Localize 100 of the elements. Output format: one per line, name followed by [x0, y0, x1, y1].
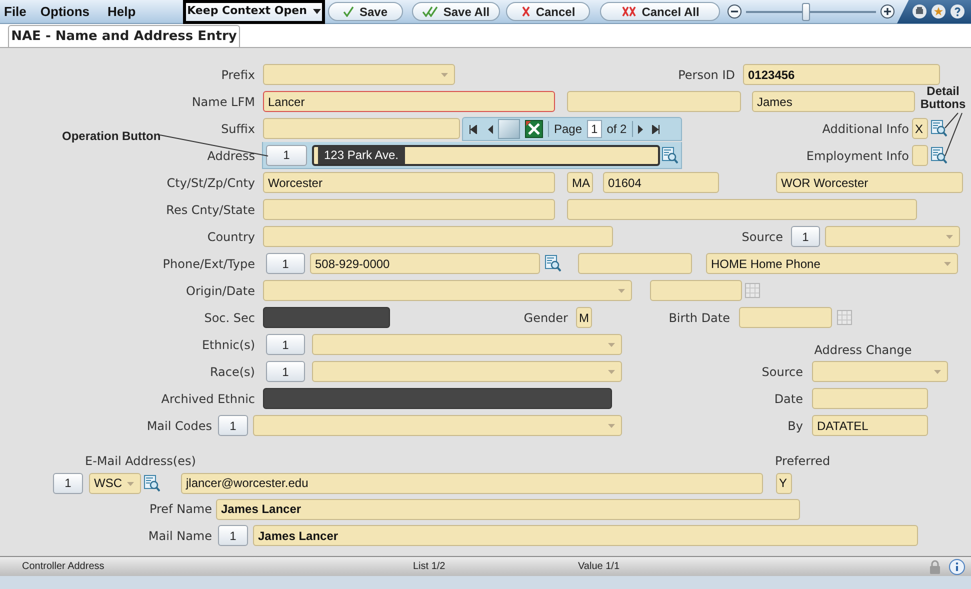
masked-field[interactable] [263, 388, 612, 409]
field-label: Suffix [220, 120, 256, 138]
text-field[interactable] [567, 199, 917, 220]
field-label: Mail Name [147, 528, 213, 544]
text-field[interactable]: 123 Park Ave. [312, 144, 660, 166]
caret-icon [944, 262, 951, 266]
help-icon[interactable] [950, 4, 965, 19]
dropdown-field[interactable] [253, 415, 622, 436]
zoom-out-icon[interactable] [727, 4, 742, 19]
field-label: Source [760, 364, 804, 380]
text-field[interactable] [912, 145, 928, 166]
text-field[interactable]: MA [567, 172, 593, 193]
calendar-icon[interactable] [745, 283, 760, 298]
dropdown-field[interactable] [263, 280, 632, 301]
text-field[interactable]: X [912, 118, 928, 139]
field-label: Gender [522, 310, 569, 326]
spreadsheet-icon[interactable] [525, 120, 543, 138]
dropdown-field[interactable] [812, 361, 948, 382]
caret-icon [608, 370, 615, 374]
toolbar-button[interactable]: Cancel [506, 2, 590, 21]
toolbar-button[interactable]: Save [328, 2, 403, 21]
toolbar-button[interactable]: Cancel All [600, 2, 720, 21]
toolbar-button[interactable]: Save All [412, 2, 500, 21]
text-field[interactable] [812, 388, 928, 409]
text-field[interactable]: James Lancer [216, 498, 800, 520]
zoom-slider-track[interactable] [746, 2, 876, 20]
dropdown-field[interactable] [312, 361, 622, 382]
printer-icon[interactable] [912, 4, 927, 19]
text-field[interactable]: 508-929-0000 [310, 253, 540, 274]
document-search-icon[interactable] [545, 255, 561, 272]
operation-button[interactable]: 1 [266, 253, 305, 274]
document-search-icon[interactable] [931, 147, 947, 164]
document-search-icon[interactable] [144, 474, 160, 492]
section-heading: Address Change [813, 342, 913, 358]
dropdown-field[interactable] [825, 226, 960, 247]
field-label: Employment Info [805, 148, 910, 164]
operation-button[interactable]: 1 [218, 415, 248, 436]
next-page-icon[interactable] [638, 124, 643, 134]
text-field[interactable] [263, 118, 460, 139]
text-field[interactable]: M [576, 307, 592, 328]
operation-button[interactable]: 1 [53, 472, 83, 494]
field-label: Pref Name [148, 501, 213, 518]
field-label: Soc. Sec [203, 310, 256, 326]
dropdown-field[interactable] [312, 334, 622, 355]
calendar-icon[interactable] [837, 310, 852, 325]
text-field[interactable]: Worcester [263, 172, 555, 193]
document-search-icon[interactable] [931, 120, 947, 137]
field-label: Mail Codes [146, 418, 213, 434]
context-dropdown[interactable]: Keep Context Open [183, 0, 325, 24]
operation-button[interactable]: 1 [218, 525, 248, 546]
lock-icon[interactable] [929, 560, 941, 574]
status-text: Value 1/1 [578, 560, 620, 574]
caret-icon [608, 343, 615, 347]
menu-item[interactable]: File [4, 2, 26, 22]
menu-item[interactable]: Options [40, 2, 90, 22]
field-label: Race(s) [208, 364, 256, 380]
caret-icon [441, 73, 448, 77]
text-field[interactable]: DATATEL [812, 415, 928, 436]
operation-button[interactable]: 1 [791, 226, 820, 247]
previous-page-icon[interactable] [488, 124, 493, 134]
dropdown-field[interactable]: WSC [89, 472, 141, 494]
field-label: Address [206, 148, 256, 164]
menu-item[interactable]: Help [108, 2, 136, 22]
text-field[interactable]: WOR Worcester [776, 172, 963, 193]
masked-field[interactable] [263, 307, 390, 328]
text-field[interactable] [567, 91, 741, 112]
text-field[interactable] [263, 199, 555, 220]
text-field[interactable]: 0123456 [743, 64, 940, 85]
text-field[interactable]: jlancer@worcester.edu [181, 472, 763, 494]
first-page-icon[interactable] [469, 124, 477, 134]
text-field[interactable]: 01604 [603, 172, 719, 193]
caret-icon [127, 482, 134, 486]
last-page-icon[interactable] [652, 124, 660, 134]
text-field[interactable]: Y [776, 472, 792, 494]
dropdown-field[interactable] [263, 64, 455, 85]
zoom-slider-thumb[interactable] [802, 2, 810, 20]
text-field[interactable]: James [752, 91, 915, 112]
caret-icon [618, 289, 625, 293]
zoom-in-icon[interactable] [880, 4, 895, 19]
text-field[interactable] [650, 280, 742, 301]
caret-icon [934, 370, 941, 374]
document-search-icon[interactable] [662, 146, 678, 164]
page-number-field[interactable]: 1 [587, 120, 602, 138]
text-field[interactable] [578, 253, 692, 274]
page-total: of 2 [606, 121, 627, 138]
text-field[interactable]: James Lancer [253, 525, 918, 546]
operation-button[interactable]: 1 [266, 361, 305, 382]
text-field[interactable] [263, 226, 613, 247]
status-text: Controller Address [22, 560, 106, 574]
field-label: Cty/St/Zp/Cnty [166, 174, 256, 192]
blank-button[interactable] [498, 119, 520, 139]
text-field[interactable]: Lancer [263, 91, 555, 112]
text-field[interactable] [739, 307, 832, 328]
field-label: Source [740, 228, 784, 246]
dropdown-field[interactable]: HOME Home Phone [706, 253, 958, 274]
operation-button[interactable]: 1 [266, 334, 305, 355]
operation-button[interactable]: 1 [266, 144, 307, 166]
field-label: Archived Ethnic [160, 390, 256, 408]
tab[interactable]: NAE - Name and Address Entry [8, 25, 240, 47]
info-icon[interactable] [949, 558, 965, 574]
